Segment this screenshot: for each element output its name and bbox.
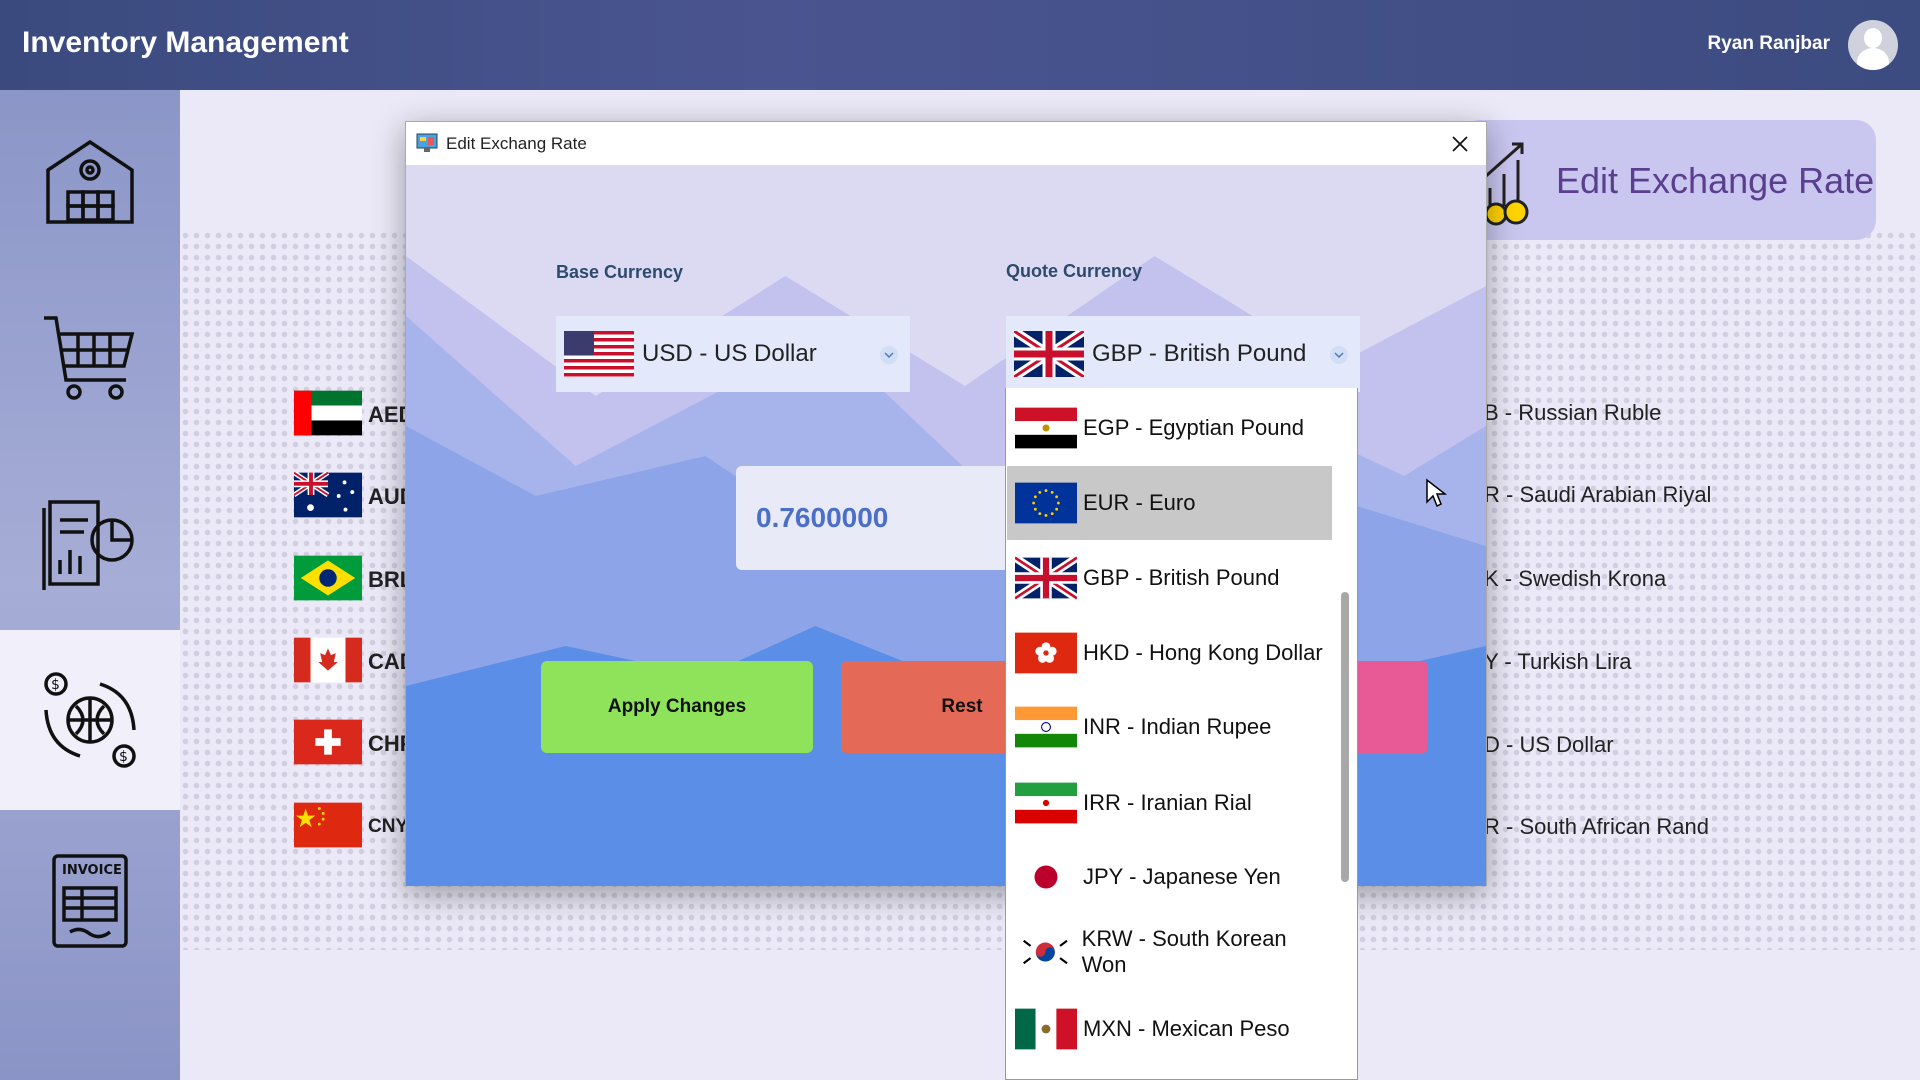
option-label: HKD - Hong Kong Dollar [1083,640,1323,665]
dropdown-option-irr[interactable]: IRR - Iranian Rial [1007,768,1332,838]
cny-flag-icon [294,802,362,848]
reset-label: Rest [941,696,983,717]
us-flag-icon [564,331,634,377]
app-window-icon [416,133,438,152]
option-label: JPY - Japanese Yen [1083,864,1281,889]
dialog-titlebar: Edit Exchang Rate [406,122,1486,166]
app-title: Inventory Management [22,26,349,59]
sidebar-item-exchange[interactable]: $ $ [0,630,180,810]
gb-flag-icon [1015,556,1077,600]
dropdown-option-mxn[interactable]: MXN - Mexican Peso [1007,994,1332,1064]
ir-flag-icon [1015,781,1077,825]
apply-changes-label: Apply Changes [607,696,747,717]
page-title: Edit Exchange Rate [1556,160,1875,201]
option-label: MXN - Mexican Peso [1083,1016,1290,1041]
sidebar: $ $ INVOICE [0,90,180,1080]
exchange-rate-input[interactable]: 0.7600000 [736,466,1036,570]
chevron-down-icon [1330,346,1348,364]
dropdown-option-egp[interactable]: EGP - Egyptian Pound [1007,393,1332,463]
aed-flag-icon [294,390,362,436]
scrollbar-thumb[interactable] [1341,592,1349,882]
invoice-icon: INVOICE [52,854,128,948]
option-label: EGP - Egyptian Pound [1083,415,1304,440]
svg-text:$: $ [51,677,60,693]
base-currency-value: USD - US Dollar [642,340,817,367]
kr-flag-icon [1015,930,1076,974]
gb-flag-icon [1014,331,1084,377]
brl-flag-icon [294,555,362,601]
sidebar-item-reports[interactable] [0,450,180,630]
cart-icon [44,316,135,400]
close-button[interactable] [1444,128,1476,160]
quote-currency-label: Quote Currency [1006,261,1143,281]
currency-name: R - South African Rand [1484,814,1710,839]
dropdown-option-hkd[interactable]: HKD - Hong Kong Dollar [1007,618,1332,688]
cad-flag-icon [294,637,362,683]
dropdown-option-jpy[interactable]: JPY - Japanese Yen [1007,842,1332,912]
apply-changes-button[interactable]: Apply Changes [541,661,813,753]
dropdown-option-eur[interactable]: EUR - Euro [1007,466,1332,540]
dropdown-scrollbar[interactable] [1333,388,1357,1079]
app-header: Inventory Management Ryan Ranjbar [0,0,1920,90]
option-label: INR - Indian Rupee [1083,714,1272,739]
option-label: GBP - British Pound [1083,565,1280,590]
base-currency-select[interactable]: USD - US Dollar [556,316,910,392]
mx-flag-icon [1015,1007,1077,1051]
dropdown-option-gbp[interactable]: GBP - British Pound [1007,543,1332,613]
sidebar-item-warehouse[interactable] [0,90,180,270]
option-label: KRW - South Korean Won [1081,926,1287,977]
base-currency-label: Base Currency [556,262,684,282]
dropdown-option-inr[interactable]: INR - Indian Rupee [1007,692,1332,762]
currency-exchange-icon: $ $ [44,672,136,768]
svg-text:$: $ [119,749,128,765]
avatar[interactable] [1848,20,1898,70]
warehouse-icon [46,139,134,224]
in-flag-icon [1015,705,1077,749]
currency-name: Y - Turkish Lira [1484,649,1632,674]
eg-flag-icon [1015,406,1077,450]
eu-flag-icon [1015,481,1077,525]
sidebar-item-orders[interactable] [0,270,180,450]
exchange-chart-icon [1484,142,1529,226]
jp-flag-icon [1015,855,1077,899]
mouse-cursor-icon [1426,478,1447,508]
page-title-card: Edit Exchange Rate [1460,120,1876,240]
option-label: EUR - Euro [1083,490,1196,515]
currency-name: D - US Dollar [1484,732,1614,757]
avatar-head [1864,28,1882,48]
user-name[interactable]: Ryan Ranjbar [1708,33,1830,55]
chf-flag-icon [294,719,362,765]
svg-text:INVOICE: INVOICE [62,863,122,878]
exchange-rate-value: 0.7600000 [756,502,889,533]
quote-currency-value: GBP - British Pound [1092,340,1307,367]
quote-currency-select[interactable]: GBP - British Pound [1006,316,1360,392]
currency-code: CNY [368,816,409,837]
close-icon [1452,136,1468,152]
quote-currency-dropdown[interactable]: EGP - Egyptian Pound EUR - Euro GBP - Br… [1005,388,1358,1080]
reports-icon [42,500,134,590]
hk-flag-icon [1015,631,1077,675]
currency-name: B - Russian Ruble [1484,400,1662,425]
chevron-down-icon [880,346,898,364]
sidebar-item-invoice[interactable]: INVOICE [0,810,180,990]
avatar-body [1857,48,1889,70]
dropdown-option-krw[interactable]: KRW - South Korean Won [1007,917,1332,987]
currency-name: R - Saudi Arabian Riyal [1484,482,1712,507]
dialog-title: Edit Exchang Rate [446,134,587,153]
option-label: IRR - Iranian Rial [1083,790,1252,815]
aud-flag-icon [294,472,362,518]
currency-name: K - Swedish Krona [1484,566,1667,591]
